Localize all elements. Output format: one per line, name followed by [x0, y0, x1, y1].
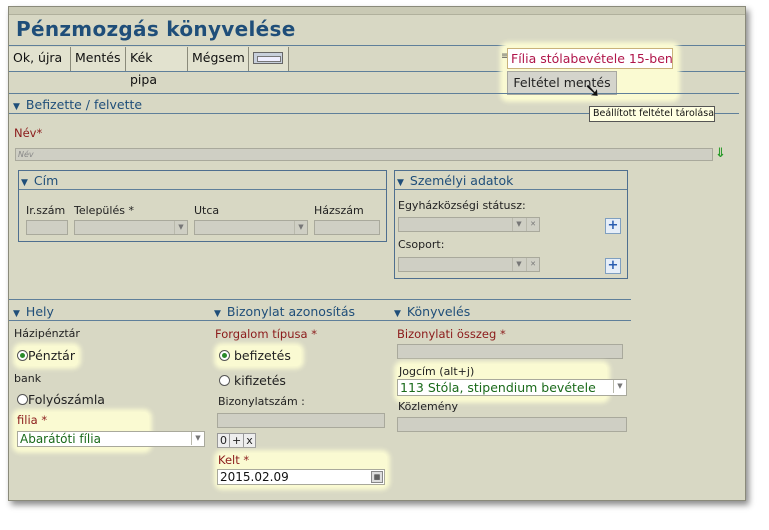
mouse-cursor-icon: ➘: [584, 78, 601, 102]
bank-label: bank: [14, 372, 42, 385]
section-place[interactable]: ▼ Hely: [13, 304, 54, 319]
download-arrow-icon[interactable]: ⇓: [715, 146, 726, 161]
date-value: 2015.02.09: [220, 470, 289, 484]
close-icon[interactable]: ✕: [526, 258, 539, 271]
divider: [19, 189, 386, 190]
add-group-plus-icon[interactable]: +: [605, 258, 621, 274]
save-filter-tooltip: Beállított feltétel tárolása: [589, 106, 715, 122]
filia-value: Abarátóti fília: [20, 432, 101, 446]
group-select[interactable]: ▼ ✕: [398, 257, 540, 272]
payin-label: befizetés: [233, 348, 291, 363]
section-place-label: Hely: [25, 304, 54, 319]
window-title: Pénzmozgás könyvelése: [16, 17, 296, 41]
close-icon[interactable]: ✕: [526, 218, 539, 231]
amount-input[interactable]: [397, 344, 623, 359]
collapse-triangle-icon: ▼: [394, 309, 401, 319]
title-select[interactable]: 113 Stóla, stipendium bevétele ▼: [397, 379, 627, 396]
amount-label: Bizonylati összeg *: [397, 327, 506, 341]
cash-radio[interactable]: Pénztár: [17, 348, 75, 363]
saved-filter-input[interactable]: Fília stólabevétele 15-ben: [507, 48, 673, 69]
bank-option-label: Folyószámla: [28, 392, 105, 407]
section-booking-label: Könyvelés: [406, 304, 471, 319]
divider: [9, 320, 631, 321]
payout-radio[interactable]: kifizetés: [219, 373, 286, 388]
name-input[interactable]: Név: [15, 148, 713, 161]
top-strip: [9, 7, 745, 15]
doc-number-input[interactable]: [217, 413, 385, 428]
collapse-triangle-icon: ▼: [397, 178, 404, 188]
calendar-icon[interactable]: ▦: [371, 471, 383, 483]
section-payer[interactable]: ▼ Befizette / felvette: [13, 97, 142, 112]
collapse-triangle-icon: ▼: [13, 102, 20, 112]
filia-label: filia *: [17, 413, 48, 427]
divider: [395, 189, 627, 190]
date-input[interactable]: 2015.02.09 ▦: [217, 469, 385, 485]
section-personal-label: Személyi adatok: [409, 173, 514, 188]
street-label: Utca: [194, 204, 220, 217]
section-booking[interactable]: ▼ Könyvelés: [394, 304, 470, 319]
status-label: Egyházközségi státusz:: [398, 199, 526, 212]
chevron-down-icon: ▼: [512, 218, 525, 231]
dialog-window: Pénzmozgás könyvelése Ok, újra Mentés Ké…: [8, 6, 746, 501]
traffic-label: Forgalom típusa *: [215, 327, 317, 341]
payin-radio[interactable]: befizetés: [219, 348, 291, 363]
add-status-plus-icon[interactable]: +: [605, 218, 621, 234]
house-input[interactable]: [314, 220, 380, 235]
bank-radio[interactable]: Folyószámla: [17, 392, 105, 407]
section-personal[interactable]: ▼ Személyi adatok: [397, 173, 513, 188]
divider: [9, 299, 631, 300]
cash-option-label: Pénztár: [28, 348, 75, 363]
title-label: Jogcím (alt+j): [399, 365, 475, 378]
payout-label: kifizetés: [233, 373, 286, 388]
layout-button[interactable]: [249, 47, 289, 71]
ok-repeat-button[interactable]: Ok, újra: [9, 47, 71, 71]
radio-selected-icon: [17, 350, 28, 361]
name-label: Név*: [14, 126, 43, 140]
doc-number-label: Bizonylatszám :: [218, 395, 305, 408]
house-label: Házszám: [314, 204, 364, 217]
section-address[interactable]: ▼ Cím: [21, 173, 58, 188]
section-doc-id-label: Bizonylat azonosítás: [226, 304, 356, 319]
counter-control: 0 + x: [217, 433, 256, 448]
zip-label: Ir.szám: [26, 204, 66, 217]
chevron-down-icon: ▼: [294, 221, 307, 234]
chevron-down-icon: ▼: [613, 380, 626, 393]
collapse-triangle-icon: ▼: [13, 309, 20, 319]
blue-check-button[interactable]: Kék pipa: [126, 47, 188, 87]
cancel-button[interactable]: Mégsem: [188, 47, 249, 71]
city-label: Település *: [74, 204, 134, 217]
street-select[interactable]: ▼: [194, 220, 308, 235]
date-label: Kelt *: [218, 453, 250, 467]
counter-clear-button[interactable]: x: [244, 434, 255, 447]
section-address-label: Cím: [33, 173, 59, 188]
status-select[interactable]: ▼ ✕: [398, 217, 540, 232]
filia-select[interactable]: Abarátóti fília ▼: [17, 431, 205, 447]
cash-label: Házipénztár: [14, 327, 80, 340]
radio-empty-icon: [17, 394, 28, 405]
save-button[interactable]: Mentés: [71, 47, 126, 71]
zip-input[interactable]: [26, 220, 68, 235]
counter-plus-button[interactable]: +: [230, 434, 245, 447]
city-select[interactable]: ▼: [74, 220, 188, 235]
title-value: 113 Stóla, stipendium bevétele: [400, 380, 596, 395]
note-label: Közlemény: [398, 400, 458, 413]
radio-empty-icon: [219, 375, 230, 386]
divider: [9, 93, 739, 94]
group-label: Csoport:: [398, 238, 445, 251]
radio-selected-icon: [219, 350, 230, 361]
note-input[interactable]: [397, 417, 627, 432]
layout-icon: [253, 52, 283, 64]
counter-value: 0: [218, 434, 230, 447]
section-doc-id[interactable]: ▼ Bizonylat azonosítás: [214, 304, 355, 319]
chevron-down-icon: ▼: [512, 258, 525, 271]
chevron-down-icon: ▼: [174, 221, 187, 234]
collapse-triangle-icon: ▼: [214, 309, 221, 319]
chevron-down-icon: ▼: [191, 432, 204, 445]
section-payer-label: Befizette / felvette: [25, 97, 143, 112]
collapse-triangle-icon: ▼: [21, 178, 28, 188]
